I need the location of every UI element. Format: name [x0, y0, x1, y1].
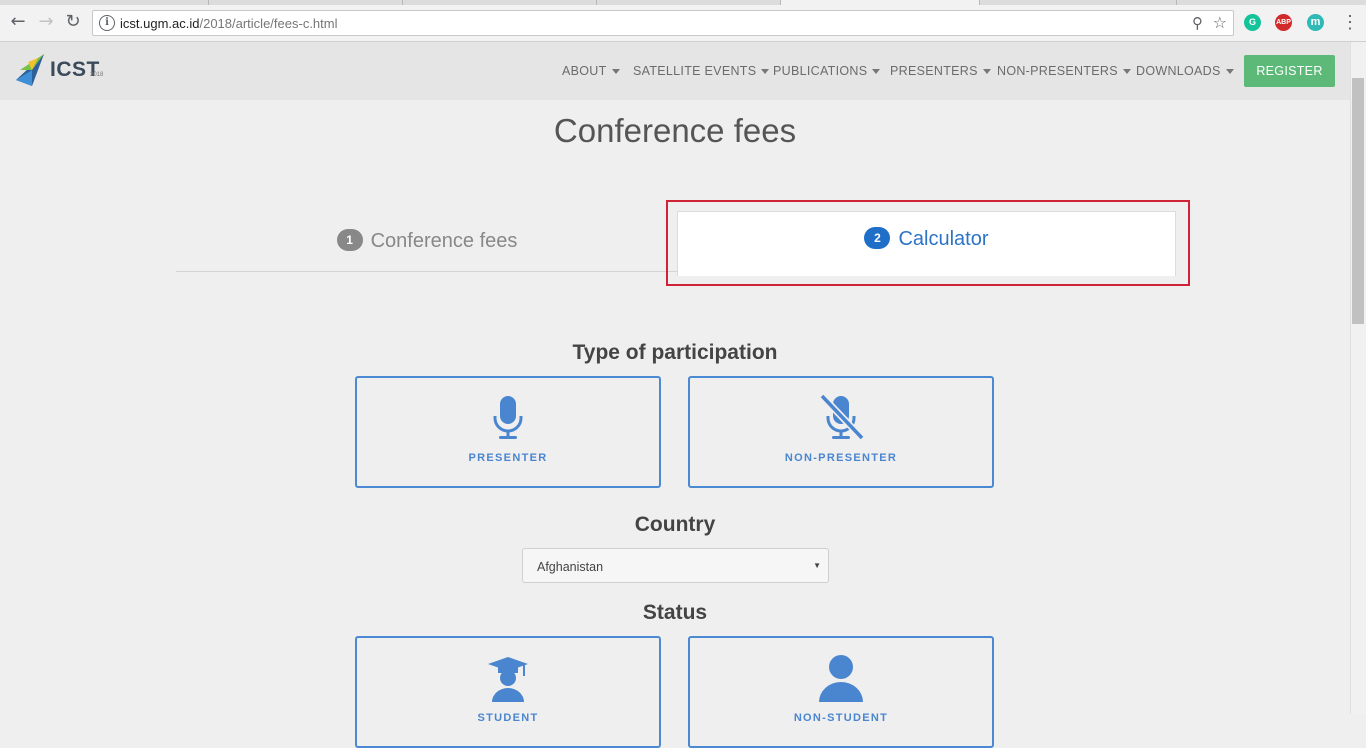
student-option[interactable]: STUDENT: [355, 636, 661, 748]
register-button[interactable]: REGISTER: [1244, 55, 1335, 87]
browser-toolbar: ← → ↻ i icst.ugm.ac.id/2018/article/fees…: [0, 0, 1366, 42]
reload-icon[interactable]: ↻: [63, 12, 83, 32]
nav-about[interactable]: ABOUT: [562, 64, 620, 78]
logo-year: 2018: [90, 72, 104, 78]
nav-downloads[interactable]: DOWNLOADS: [1136, 64, 1234, 78]
non-presenter-option[interactable]: NON-PRESENTER: [688, 376, 994, 488]
site-header: ICST 2018 ABOUT SATELLITE EVENTS PUBLICA…: [0, 42, 1350, 100]
country-select[interactable]: Afghanistan ▼: [522, 548, 829, 583]
back-icon[interactable]: ←: [8, 12, 28, 32]
adblock-icon[interactable]: ABP: [1275, 14, 1292, 31]
page-title: Conference fees: [553, 112, 797, 149]
nav-presenters[interactable]: PRESENTERS: [890, 64, 991, 78]
user-icon: [690, 654, 992, 702]
logo-mark-icon: [16, 54, 44, 86]
zoom-icon[interactable]: ⚲: [1192, 14, 1203, 32]
caret-down-icon: [1225, 69, 1234, 75]
option-label: NON-PRESENTER: [784, 452, 898, 464]
country-selected-value: Afghanistan: [537, 560, 604, 574]
participation-title: Type of participation: [572, 341, 778, 364]
bookmark-star-icon[interactable]: ☆: [1213, 13, 1227, 32]
caret-down-icon: [982, 69, 991, 75]
dropdown-arrow-icon: ▼: [813, 561, 821, 570]
logo-text: ICST: [50, 58, 100, 81]
site-logo[interactable]: ICST 2018: [14, 52, 109, 88]
graduation-cap-icon: [357, 654, 659, 702]
nav-non-presenters[interactable]: NON-PRESENTERS: [997, 64, 1131, 78]
scrollbar-thumb[interactable]: [1352, 78, 1364, 324]
step-badge: 1: [336, 228, 363, 251]
tab-conference-fees[interactable]: 1 Conference fees: [176, 228, 678, 253]
tab-label: Conference fees: [370, 230, 518, 252]
caret-down-icon: [611, 69, 620, 75]
tab-label: Calculator: [898, 228, 989, 250]
address-url[interactable]: icst.ugm.ac.id/2018/article/fees-c.html: [120, 16, 338, 31]
site-info-icon[interactable]: i: [99, 15, 115, 31]
tabs-divider: [176, 271, 678, 272]
forward-icon[interactable]: →: [36, 12, 56, 32]
status-title: Status: [642, 601, 708, 624]
presenter-option[interactable]: PRESENTER: [355, 376, 661, 488]
caret-down-icon: [872, 69, 881, 75]
microphone-off-icon: [690, 393, 992, 442]
country-title: Country: [634, 513, 716, 536]
caret-down-icon: [1122, 69, 1131, 75]
mendeley-icon[interactable]: m: [1307, 14, 1324, 31]
option-label: PRESENTER: [468, 452, 548, 464]
nav-publications[interactable]: PUBLICATIONS: [773, 64, 881, 78]
non-student-option[interactable]: NON-STUDENT: [688, 636, 994, 748]
caret-down-icon: [761, 69, 770, 75]
step-badge: 2: [864, 226, 891, 249]
grammarly-icon[interactable]: G: [1244, 14, 1261, 31]
tab-calculator[interactable]: 2 Calculator: [677, 211, 1176, 276]
nav-satellite-events[interactable]: SATELLITE EVENTS: [633, 64, 770, 78]
address-bar[interactable]: i icst.ugm.ac.id/2018/article/fees-c.htm…: [92, 10, 1234, 36]
browser-menu-icon[interactable]: ⋮: [1341, 12, 1359, 32]
browser-tab-strip: [0, 0, 1366, 5]
microphone-icon: [357, 394, 659, 442]
